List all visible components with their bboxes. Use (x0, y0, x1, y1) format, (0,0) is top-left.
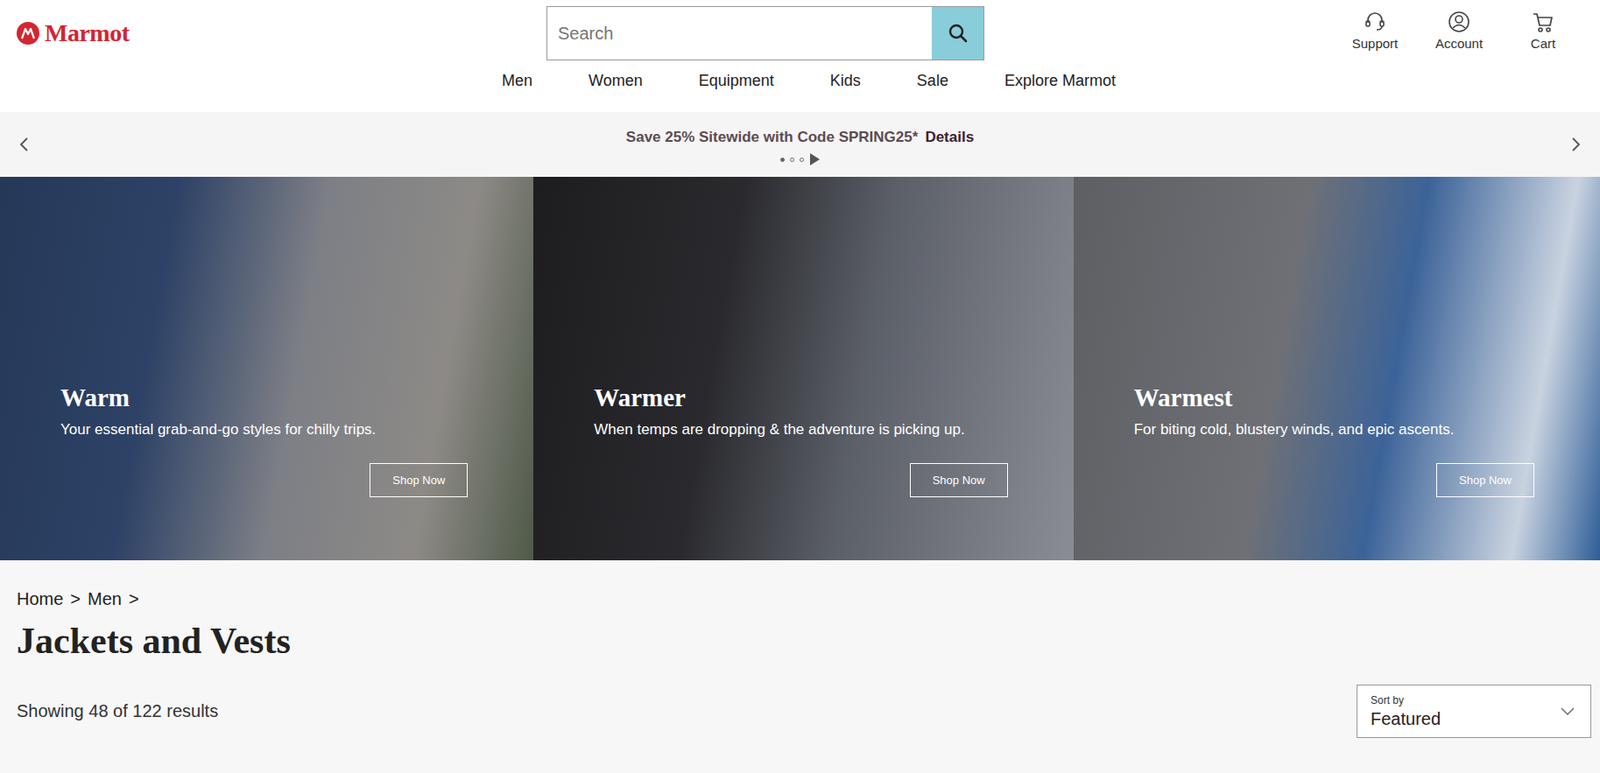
promo-bar: Save 25% Sitewide with Code SPRING25* Det… (0, 112, 1600, 177)
play-icon[interactable] (809, 153, 820, 166)
header-links: Support Account Cart (984, 0, 1600, 51)
nav-item[interactable]: Women (588, 71, 643, 91)
hero-title: Warmest (1134, 383, 1600, 413)
carousel-dot[interactable] (789, 157, 795, 163)
results-count: Showing 48 of 122 results (16, 701, 219, 722)
promo-text: Save 25% Sitewide with Code SPRING25* (626, 128, 919, 147)
hero-subtitle: For biting cold, blustery winds, and epi… (1134, 421, 1600, 439)
breadcrumb-item[interactable]: Men (87, 589, 122, 610)
carousel-dots (780, 153, 820, 166)
nav-item[interactable]: Kids (830, 71, 861, 91)
hero-title: Warm (60, 383, 534, 413)
breadcrumb: Home > Men > (16, 560, 1592, 610)
hero-panel: Warm Your essential grab-and-go styles fo… (0, 176, 534, 561)
main-nav: Men Women Equipment Kids Sale Explore Marmot (0, 71, 1600, 113)
search-icon[interactable] (947, 22, 969, 44)
marmot-logo-icon[interactable] (16, 21, 40, 45)
chevron-right-icon[interactable] (1570, 135, 1583, 154)
listing-header: Home > Men > Jackets and Vests Showing 48 of … (0, 560, 1600, 739)
account-icon[interactable] (1447, 10, 1471, 34)
header-link-label: Account (1435, 35, 1483, 51)
nav-item[interactable]: Men (501, 71, 533, 91)
cart-icon[interactable] (1531, 10, 1555, 34)
hero-panel: Warmer When temps are dropping & the adve… (533, 176, 1073, 561)
breadcrumb-separator: > (128, 589, 140, 610)
chevron-down-icon[interactable] (1560, 707, 1575, 717)
header-link[interactable]: Cart (1515, 10, 1571, 51)
shop-now-button[interactable]: Shop Now (369, 463, 468, 498)
nav-item[interactable]: Equipment (698, 71, 775, 91)
header-link-label: Cart (1530, 35, 1556, 51)
shop-now-button[interactable]: Shop Now (909, 463, 1008, 498)
header-link[interactable]: Support (1347, 10, 1403, 51)
shop-now-button[interactable]: Shop Now (1436, 463, 1535, 498)
nav-item[interactable]: Sale (916, 71, 949, 91)
search-button[interactable] (931, 7, 984, 60)
hero-panel: Warmest For biting cold, blustery winds, … (1073, 176, 1600, 561)
sort-value: Featured (1370, 709, 1441, 730)
header-link-label: Support (1352, 35, 1399, 51)
sort-label: Sort by (1370, 694, 1441, 707)
hero-subtitle: Your essential grab-and-go styles for ch… (60, 421, 534, 439)
breadcrumb-separator: > (70, 589, 81, 610)
page-title: Jackets and Vests (16, 620, 1592, 663)
hero-subtitle: When temps are dropping & the adventure … (593, 421, 1073, 439)
nav-item[interactable]: Explore Marmot (1004, 71, 1116, 91)
header: Marmot Support Account Cart Men Women Equipmen… (0, 0, 1600, 113)
headset-icon[interactable] (1363, 10, 1387, 34)
breadcrumb-item[interactable]: Home (16, 589, 64, 610)
carousel-dot[interactable] (780, 157, 785, 163)
search-bar (546, 6, 985, 61)
hero-title: Warmer (593, 383, 1073, 413)
search-input[interactable] (547, 7, 932, 60)
chevron-left-icon[interactable] (17, 135, 30, 154)
details-link[interactable]: Details (924, 128, 974, 147)
hero-banner: Warm Your essential grab-and-go styles fo… (0, 176, 1600, 561)
logo-text: Marmot (44, 19, 130, 48)
sort-dropdown[interactable]: Sort by Featured (1356, 684, 1592, 739)
logo[interactable]: Marmot (0, 0, 547, 48)
carousel-dot[interactable] (799, 157, 804, 163)
header-link[interactable]: Account (1431, 10, 1487, 51)
